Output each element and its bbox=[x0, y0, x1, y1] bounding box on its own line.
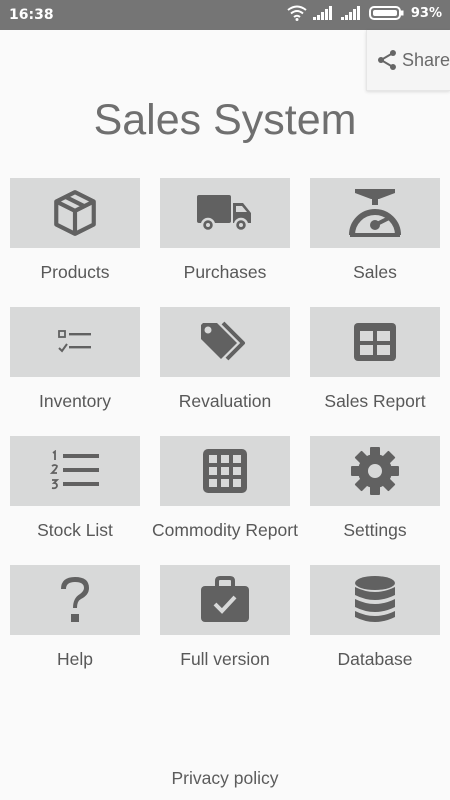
grid-icon bbox=[203, 449, 247, 493]
menu-tile[interactable] bbox=[10, 436, 140, 506]
menu-tile[interactable] bbox=[160, 307, 290, 377]
signal-icon bbox=[312, 6, 332, 20]
menu-tile[interactable] bbox=[10, 307, 140, 377]
menu-tile[interactable] bbox=[310, 436, 440, 506]
menu-item-database[interactable]: Database bbox=[300, 565, 450, 685]
menu-item-full-version[interactable]: Full version bbox=[150, 565, 300, 685]
menu-item-stock-list[interactable]: Stock List bbox=[0, 436, 150, 556]
menu-label: Full version bbox=[180, 649, 270, 669]
signal-icon bbox=[340, 6, 360, 20]
app-title: Sales System bbox=[93, 96, 357, 144]
menu-item-inventory[interactable]: Inventory bbox=[0, 307, 150, 427]
status-time: 16:38 bbox=[9, 7, 54, 23]
scale-icon bbox=[349, 189, 401, 237]
menu-tile[interactable] bbox=[310, 565, 440, 635]
menu-item-sales-report[interactable]: Sales Report bbox=[300, 307, 450, 427]
menu-label: Stock List bbox=[37, 520, 113, 540]
checklist-icon bbox=[58, 330, 91, 353]
menu-tile[interactable] bbox=[160, 178, 290, 248]
menu-tile[interactable] bbox=[10, 178, 140, 248]
battery-percent: 93% bbox=[410, 5, 442, 21]
menu-label: Inventory bbox=[39, 391, 111, 411]
wifi-icon bbox=[287, 5, 307, 21]
status-bar: 16:38 93% bbox=[0, 0, 450, 30]
share-label: Share bbox=[401, 49, 450, 70]
menu-label: Products bbox=[40, 262, 110, 282]
menu-item-commodity-report[interactable]: Commodity Report bbox=[150, 436, 300, 556]
menu-item-products[interactable]: Products bbox=[0, 178, 150, 298]
menu-tile[interactable] bbox=[160, 436, 290, 506]
gear-icon bbox=[351, 447, 399, 495]
menu-item-revaluation[interactable]: Revaluation bbox=[150, 307, 300, 427]
menu-label: Help bbox=[57, 649, 93, 669]
tags-icon bbox=[201, 321, 245, 361]
battery-icon bbox=[368, 6, 404, 20]
menu-tile[interactable] bbox=[310, 307, 440, 377]
menu-label: Sales bbox=[353, 262, 397, 282]
menu-item-sales[interactable]: Sales bbox=[300, 178, 450, 298]
menu-label: Settings bbox=[343, 520, 407, 540]
menu-label: Sales Report bbox=[324, 391, 426, 411]
share-button[interactable]: Share bbox=[366, 30, 450, 91]
menu-label: Commodity Report bbox=[152, 520, 298, 540]
database-icon bbox=[355, 576, 395, 622]
menu-label: Database bbox=[337, 649, 413, 669]
menu-label: Purchases bbox=[183, 262, 267, 282]
menu-tile[interactable] bbox=[310, 178, 440, 248]
table-icon bbox=[354, 323, 396, 361]
menu-item-settings[interactable]: Settings bbox=[300, 436, 450, 556]
numbered-list-icon bbox=[49, 450, 99, 490]
status-icons: 93% bbox=[287, 5, 442, 21]
menu-tile[interactable] bbox=[160, 565, 290, 635]
menu-item-help[interactable]: Help bbox=[0, 565, 150, 685]
truck-icon bbox=[197, 195, 251, 233]
question-icon bbox=[61, 577, 89, 622]
menu-tile[interactable] bbox=[10, 565, 140, 635]
box-icon bbox=[54, 190, 96, 236]
menu-label: Revaluation bbox=[178, 391, 272, 411]
share-icon bbox=[377, 50, 396, 70]
menu-item-purchases[interactable]: Purchases bbox=[150, 178, 300, 298]
privacy-policy-link[interactable]: Privacy policy bbox=[0, 768, 450, 789]
briefcase-check-icon bbox=[201, 576, 249, 622]
